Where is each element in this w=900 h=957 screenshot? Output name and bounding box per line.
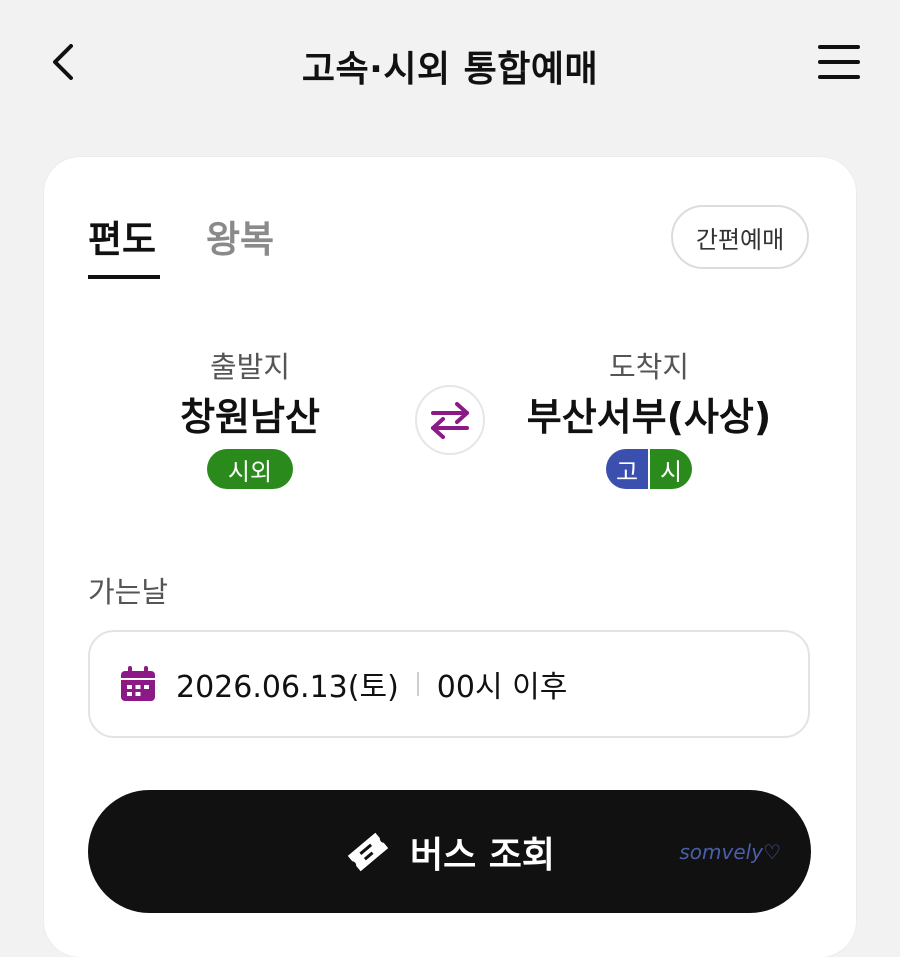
search-bus-button[interactable]: 버스 조회 somvely♡ [88, 790, 811, 913]
departure-caption: 출발지 [209, 350, 291, 384]
arrival-station[interactable]: 도착지 부산서부(사상) 고 시 [499, 349, 799, 489]
arrival-name[interactable]: 부산서부(사상) [499, 393, 799, 441]
intercity-badge: 시외 [207, 449, 293, 489]
swap-arrows-icon [431, 402, 469, 439]
date-value: 2026.06.13(토) [176, 670, 399, 705]
quick-booking-button[interactable]: 간편예매 [671, 205, 809, 269]
calendar-icon [121, 666, 155, 701]
express-badge: 고 [606, 449, 650, 489]
tab-one-way[interactable]: 편도 [88, 209, 156, 263]
active-tab-indicator [88, 275, 160, 279]
hamburger-menu-icon [818, 45, 860, 79]
search-button-label: 버스 조회 [409, 834, 555, 876]
tab-round-trip[interactable]: 왕복 [206, 209, 274, 263]
departure-name[interactable]: 창원남산 [100, 393, 400, 441]
date-time-divider [416, 672, 419, 696]
departure-station[interactable]: 출발지 창원남산 시외 [100, 349, 400, 489]
ticket-icon [347, 832, 389, 871]
date-label: 가는날 [88, 575, 169, 609]
booking-card: 편도 왕복 간편예매 출발지 창원남산 시외 도착지 부산서부(사상) 고 시 … [44, 157, 856, 957]
app-header: 고속·시외 통합예매 [0, 0, 900, 125]
menu-button[interactable] [812, 38, 866, 86]
arrival-caption: 도착지 [608, 350, 690, 384]
watermark-text: somvely♡ [679, 840, 781, 864]
time-value: 00시 이후 [436, 670, 568, 705]
page-title: 고속·시외 통합예매 [301, 49, 599, 90]
express-intercity-badge: 고 시 [606, 449, 692, 489]
swap-stations-button[interactable] [415, 385, 485, 455]
date-picker-field[interactable]: 2026.06.13(토) 00시 이후 [88, 630, 810, 738]
intercity-badge: 시 [650, 449, 692, 489]
